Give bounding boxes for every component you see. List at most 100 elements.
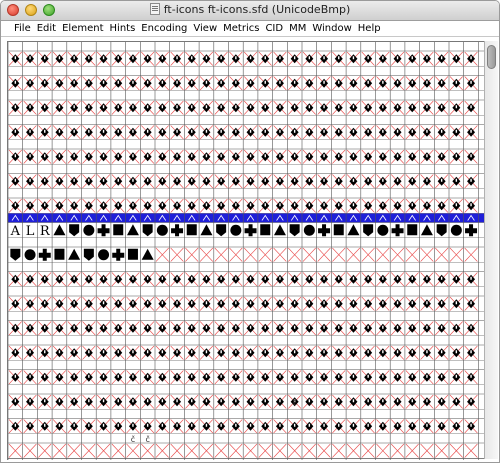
glyph-cell[interactable] (186, 224, 197, 236)
menu-mm[interactable]: MM (286, 21, 309, 36)
placeholder-glyph-mark (293, 129, 296, 133)
vertical-scrollbar[interactable] (484, 41, 498, 459)
glyph-cell[interactable] (333, 224, 344, 236)
placeholder-glyph-mark (382, 105, 384, 109)
row-label-strip (8, 238, 484, 247)
scrollbar-thumb[interactable] (487, 45, 496, 69)
placeholder-glyph-mark (88, 301, 90, 305)
placeholder-glyph-mark (73, 399, 75, 403)
placeholder-glyph-mark (29, 276, 31, 280)
placeholder-glyph-mark (88, 154, 90, 158)
icon-glyph (127, 248, 138, 260)
menu-encoding[interactable]: Encoding (138, 21, 190, 36)
row-label-strip (8, 360, 484, 370)
placeholder-glyph-mark (382, 276, 384, 280)
placeholder-glyph-mark (382, 399, 384, 403)
placeholder-glyph-mark (29, 105, 31, 109)
glyph-cell[interactable] (113, 224, 124, 236)
placeholder-glyph-mark (352, 350, 355, 354)
placeholder-glyph-mark (44, 129, 46, 133)
glyph-cell[interactable] (303, 224, 315, 236)
placeholder-glyph-mark (293, 374, 296, 378)
placeholder-glyph-mark (411, 154, 413, 158)
placeholder-glyph-mark (73, 154, 75, 158)
glyph-cell[interactable] (24, 249, 36, 261)
placeholder-glyph-mark (102, 203, 105, 207)
icon-glyph (83, 224, 95, 236)
placeholder-glyph-mark (88, 423, 90, 427)
placeholder-glyph-mark (220, 399, 222, 403)
placeholder-glyph-mark (88, 105, 90, 109)
placeholder-glyph-mark (455, 301, 458, 305)
placeholder-glyph-mark (132, 301, 134, 305)
placeholder-glyph-mark (308, 203, 311, 207)
glyph-cell[interactable] (83, 224, 95, 236)
placeholder-glyph-mark (440, 301, 443, 305)
placeholder-glyph-mark (176, 423, 178, 427)
placeholder-glyph-mark (367, 276, 369, 280)
glyph-cell[interactable] (98, 249, 110, 261)
icon-glyph (186, 224, 197, 236)
placeholder-glyph-mark (367, 154, 369, 158)
placeholder-glyph-mark (117, 399, 119, 403)
glyph-cell[interactable] (377, 224, 389, 236)
placeholder-glyph-mark (264, 423, 266, 427)
placeholder-glyph-mark (440, 325, 443, 329)
placeholder-glyph-mark (264, 80, 266, 84)
placeholder-glyph-mark (279, 154, 281, 158)
glyph-cell[interactable] (156, 224, 168, 236)
placeholder-glyph-mark (14, 56, 17, 60)
icon-glyph (175, 224, 180, 237)
icon-glyph (322, 224, 327, 237)
placeholder-glyph-mark (382, 374, 384, 378)
placeholder-glyph-mark (279, 80, 281, 84)
placeholder-glyph-mark (29, 203, 31, 207)
placeholder-glyph-mark (308, 399, 311, 403)
placeholder-glyph-mark (426, 399, 428, 403)
row-label-strip (8, 115, 484, 125)
placeholder-glyph-mark (426, 276, 428, 280)
menu-hints[interactable]: Hints (107, 21, 139, 36)
placeholder-glyph-mark (146, 301, 149, 305)
icon-glyph (54, 248, 65, 260)
menu-window[interactable]: Window (309, 21, 354, 36)
icon-glyph (156, 224, 168, 236)
placeholder-glyph-mark (323, 350, 325, 354)
placeholder-glyph-mark (132, 154, 134, 158)
row-label-strip (8, 311, 484, 321)
menu-edit[interactable]: Edit (34, 21, 59, 36)
glyph-cell[interactable] (407, 224, 418, 236)
glyph-cell[interactable] (260, 224, 271, 236)
menu-element[interactable]: Element (59, 21, 106, 36)
menu-file[interactable]: File (11, 21, 34, 36)
glyph-cell[interactable] (127, 248, 138, 260)
placeholder-glyph-mark (58, 80, 61, 84)
placeholder-glyph-mark (396, 129, 399, 133)
glyph-cell[interactable]: A (10, 224, 21, 239)
title-bar: ft-icons ft-icons.sfd (UnicodeBmp) (1, 1, 499, 21)
placeholder-glyph-mark (132, 203, 134, 207)
placeholder-glyph-mark (44, 178, 46, 182)
placeholder-glyph-mark (235, 154, 237, 158)
glyph-cell[interactable] (450, 224, 462, 236)
glyph-cell[interactable] (230, 224, 242, 236)
glyph-grid-svg[interactable]: A L Rŧ č č (8, 42, 484, 460)
placeholder-glyph-mark (323, 399, 325, 403)
menu-metrics[interactable]: Metrics (220, 21, 262, 36)
menu-cid[interactable]: CID (262, 21, 286, 36)
placeholder-glyph-mark (367, 325, 369, 329)
placeholder-glyph-mark (338, 203, 340, 207)
glyph-grid[interactable]: ALRŧ čč (7, 41, 484, 460)
glyph-cell[interactable]: L (26, 224, 35, 239)
placeholder-glyph-mark (440, 423, 443, 427)
glyph-cell[interactable] (54, 248, 65, 260)
placeholder-glyph-mark (308, 423, 311, 427)
placeholder-glyph-mark (44, 105, 46, 109)
placeholder-glyph-mark (44, 56, 46, 60)
menu-help[interactable]: Help (355, 21, 384, 36)
glyph-cell[interactable]: R (40, 224, 51, 239)
menu-view[interactable]: View (190, 21, 220, 36)
placeholder-glyph-mark (102, 105, 105, 109)
placeholder-glyph-mark (102, 301, 105, 305)
icon-glyph (303, 224, 315, 236)
